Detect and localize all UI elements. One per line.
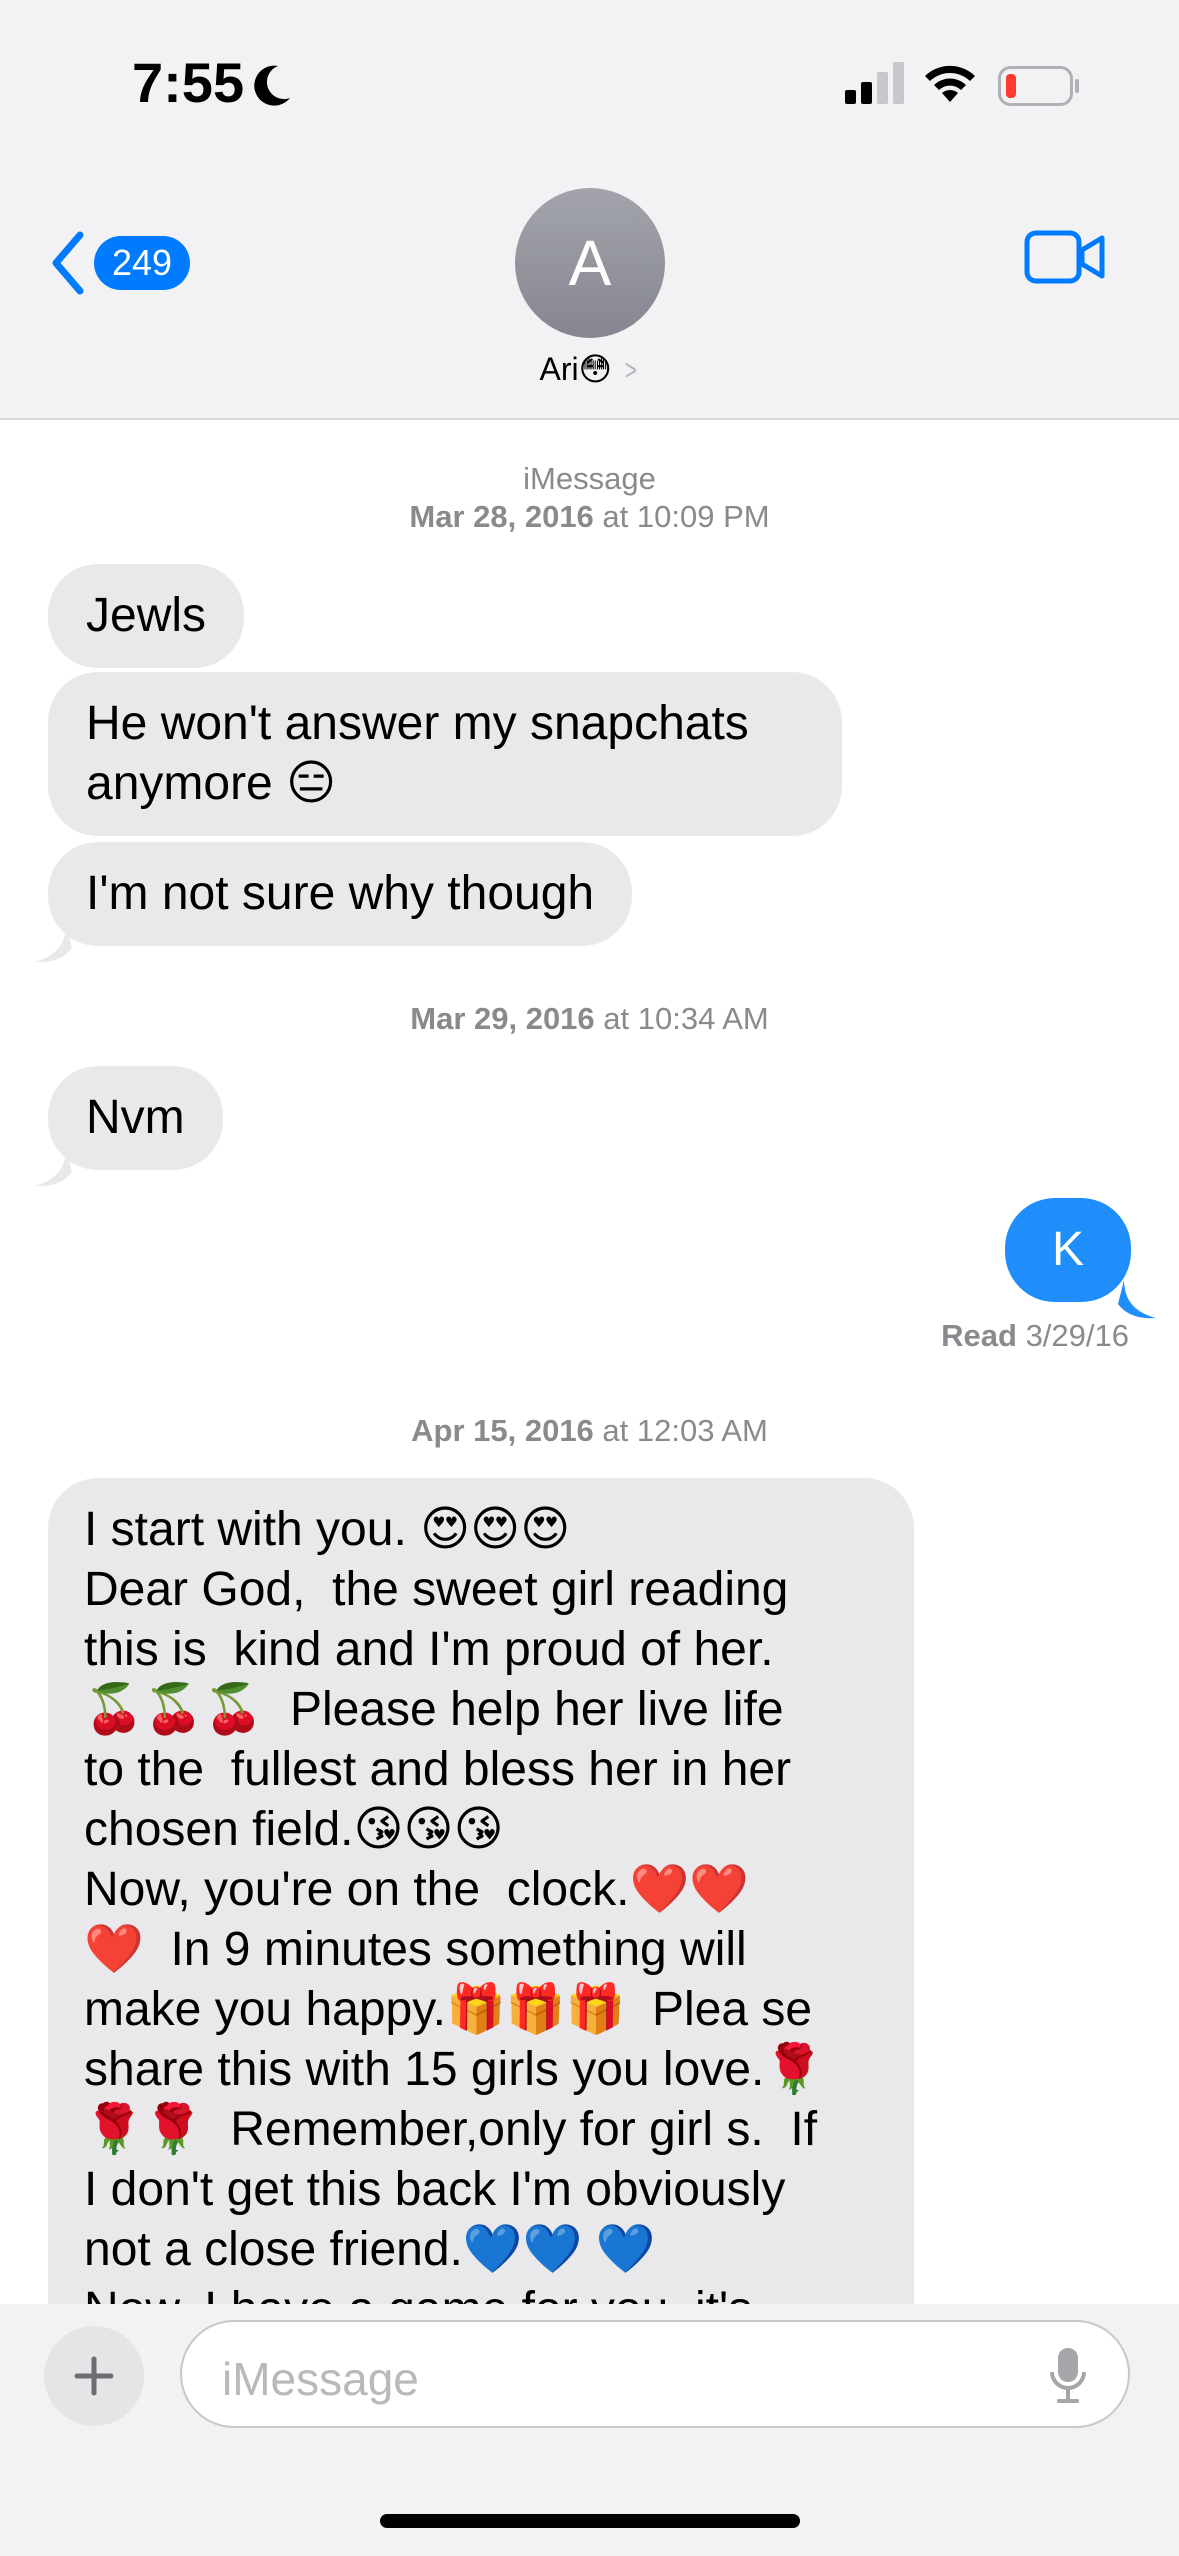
- message-body: I start with you. 😍😍😍 Dear God, the sweet…: [84, 1500, 878, 2304]
- incoming-message[interactable]: Nvm: [48, 1066, 223, 1170]
- status-time: 7:55: [132, 51, 245, 114]
- message-line: Now, you're on the clock.❤️❤️: [84, 1863, 749, 1916]
- read-label: Read: [941, 1318, 1017, 1353]
- timestamp-date: Mar 28, 2016: [409, 499, 594, 534]
- signal-icon: [845, 62, 904, 104]
- incoming-message[interactable]: Jewls: [48, 564, 245, 668]
- status-bar: 7:55: [0, 0, 1179, 160]
- back-button[interactable]: 249: [48, 228, 191, 298]
- bubble-tail: [34, 1148, 72, 1187]
- timestamp: Mar 29, 2016 at 10:34 AM: [0, 1000, 1179, 1038]
- chevron-right-icon: >: [624, 354, 637, 387]
- service-label: iMessage: [523, 461, 656, 496]
- incoming-message[interactable]: I'm not sure why though: [48, 842, 633, 946]
- message-line: share this with 15 girls you love.🌹: [84, 2043, 825, 2096]
- message-line: not a close friend.💙💙 💙: [84, 2223, 656, 2276]
- timestamp-time: at 10:34 AM: [594, 1001, 769, 1036]
- message-list[interactable]: iMessage Mar 28, 2016 at 10:09 PM Jewls …: [0, 420, 1179, 2304]
- message-line: to the fullest and bless her in her: [84, 1743, 792, 1796]
- read-date: 3/29/16: [1016, 1318, 1129, 1353]
- incoming-message[interactable]: He won't answer my snapchats anymore 😑: [48, 672, 842, 836]
- conversation-header: 249 A Ari😳 >: [0, 160, 1179, 420]
- message-input[interactable]: iMessage: [180, 2320, 1130, 2428]
- outgoing-message[interactable]: K: [1005, 1198, 1131, 1302]
- timestamp: Apr 15, 2016 at 12:03 AM: [0, 1412, 1179, 1450]
- moon-icon: [254, 65, 290, 106]
- message-line: I don't get this back I'm obviously: [84, 2163, 786, 2216]
- home-indicator[interactable]: [380, 2514, 800, 2528]
- contact-name-button[interactable]: Ari😳 >: [0, 350, 1179, 388]
- message-line: Now, I have a game for you, it's: [84, 2280, 878, 2304]
- read-receipt: Read 3/29/16: [941, 1318, 1129, 1354]
- bubble-tail: [34, 924, 72, 963]
- timestamp-date: Apr 15, 2016: [411, 1413, 594, 1448]
- timestamp: Mar 28, 2016 at 10:09 PM: [0, 498, 1179, 536]
- video-call-icon[interactable]: [1024, 230, 1106, 284]
- timestamp-time: at 10:09 PM: [593, 499, 770, 534]
- apps-plus-button[interactable]: [44, 2326, 144, 2426]
- message-line: this is kind and I'm proud of her.: [84, 1623, 774, 1676]
- message-line: 🍒🍒🍒 Please help her live life: [84, 1683, 784, 1736]
- battery-low-icon: [998, 66, 1079, 106]
- timestamp-date: Mar 29, 2016: [410, 1001, 595, 1036]
- unread-count-badge: 249: [94, 236, 191, 290]
- avatar[interactable]: A: [515, 188, 665, 338]
- incoming-message-long[interactable]: I start with you. 😍😍😍 Dear God, the sweet…: [48, 1478, 914, 2304]
- message-line: Dear God, the sweet girl reading: [84, 1563, 789, 1616]
- plus-icon: [74, 2356, 114, 2396]
- timestamp-time: at 12:03 AM: [593, 1413, 768, 1448]
- message-line: 🌹🌹 Remember,only for girl s. If: [84, 2103, 818, 2156]
- wifi-icon: [925, 65, 975, 102]
- message-line: anymore 😑: [86, 757, 337, 810]
- message-line: chosen field.😘😘😘: [84, 1803, 504, 1856]
- message-line: make you happy.🎁🎁🎁 Plea se: [84, 1983, 813, 2036]
- message-line: ❤️ In 9 minutes something will: [84, 1923, 747, 1976]
- message-line: He won't answer my snapchats: [86, 697, 749, 750]
- bubble-tail: [1118, 1280, 1156, 1319]
- microphone-icon[interactable]: [1050, 2346, 1086, 2404]
- message-input-placeholder: iMessage: [222, 2353, 419, 2405]
- message-line: I start with you. 😍😍😍: [84, 1503, 571, 1556]
- chevron-left-icon: [52, 231, 84, 295]
- contact-name: Ari😳: [539, 351, 612, 387]
